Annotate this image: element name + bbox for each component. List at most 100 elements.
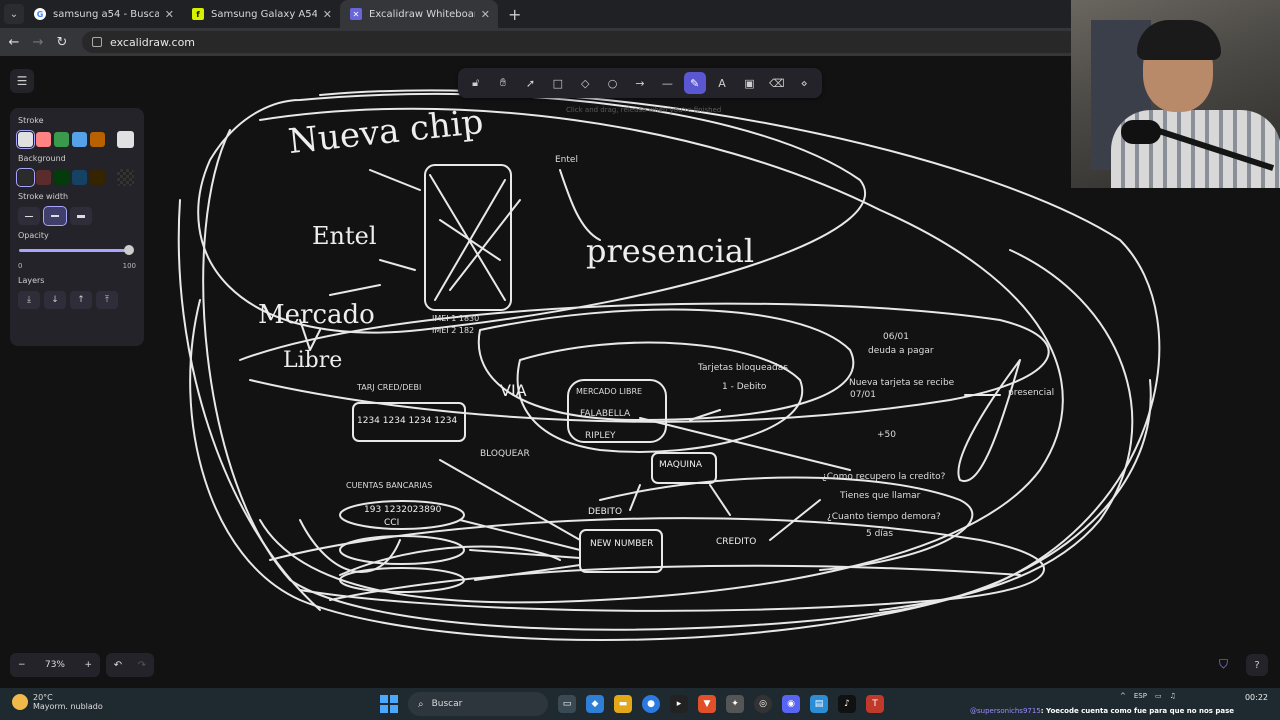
tray-chevron-icon[interactable]: ^: [1120, 692, 1126, 700]
copilot-icon[interactable]: ◆: [586, 695, 604, 713]
stroke-width-extra-bold[interactable]: [70, 207, 92, 225]
bring-to-front-icon[interactable]: ⤒: [96, 291, 118, 309]
weather-icon: [12, 694, 28, 710]
main-menu-button[interactable]: ☰: [10, 69, 34, 93]
hand-icon[interactable]: ✋︎: [492, 72, 514, 94]
close-tab-icon[interactable]: ✕: [323, 8, 332, 21]
stroke-color-white[interactable]: [16, 130, 35, 149]
shield-icon[interactable]: ⛉: [1219, 657, 1233, 673]
app-icon[interactable]: ✦: [726, 695, 744, 713]
app-icon[interactable]: ▤: [810, 695, 828, 713]
site-info-icon[interactable]: [92, 37, 102, 47]
drawing-text: 1 - Debito: [722, 382, 767, 392]
tab-excalidraw[interactable]: ✕ Excalidraw Whiteboard ✕: [340, 0, 498, 28]
undo-icon[interactable]: ↶: [114, 660, 122, 671]
task-view-icon[interactable]: ▭: [558, 695, 576, 713]
language-indicator[interactable]: ESP: [1134, 692, 1147, 700]
stroke-width-label: Stroke width: [18, 192, 69, 201]
discord-icon[interactable]: ◉: [782, 695, 800, 713]
help-icon[interactable]: ?: [1246, 654, 1268, 676]
drawing-text: ¿Cuanto tiempo demora?: [827, 512, 941, 522]
webcam-overlay: [1071, 0, 1280, 188]
drawing-text: MERCADO LIBRE: [576, 387, 643, 396]
bg-transparent-color[interactable]: [117, 169, 134, 186]
drawing-text: Entel: [555, 155, 578, 165]
excalidraw-icon: ✕: [350, 8, 362, 20]
new-tab-icon[interactable]: +: [508, 5, 521, 24]
rectangle-icon[interactable]: □: [547, 72, 569, 94]
properties-panel: Stroke Background Stroke width Opacity 0…: [10, 108, 144, 346]
drawing-text: CREDITO: [716, 537, 757, 547]
drawing-text: 1234 1234 1234 1234: [357, 416, 458, 426]
stroke-width-thin[interactable]: [18, 207, 40, 225]
reload-icon[interactable]: ↻: [50, 35, 74, 50]
clock[interactable]: 00:22: [1236, 693, 1268, 702]
volume-icon[interactable]: ♫: [1170, 692, 1176, 700]
file-explorer-icon[interactable]: ▬: [614, 695, 632, 713]
tiktok-icon[interactable]: ♪: [838, 695, 856, 713]
tab-samsung-store[interactable]: f Samsung Galaxy A54 Morado 8 ✕: [182, 0, 340, 28]
stroke-color-blue[interactable]: [72, 132, 87, 147]
chat-text: : Yoecode cuenta como fue para que no no…: [1040, 707, 1235, 715]
store-icon: f: [192, 8, 204, 20]
bg-color-red[interactable]: [36, 170, 51, 185]
brave-icon[interactable]: ▼: [698, 695, 716, 713]
drawing-text: presencial: [586, 232, 755, 270]
stroke-current-color[interactable]: [117, 131, 134, 148]
selection-icon[interactable]: ➚: [519, 72, 541, 94]
drawing-text: 193 1232023890: [364, 505, 442, 515]
weather-widget[interactable]: 20°C Mayorm. nublado: [12, 693, 103, 711]
drawing-text: 07/01: [850, 390, 876, 400]
tab-google-search[interactable]: G samsung a54 - Buscar con Google ✕: [24, 0, 182, 28]
stroke-width-bold[interactable]: [43, 206, 67, 226]
opacity-track: [19, 249, 132, 252]
opacity-handle[interactable]: [124, 245, 134, 255]
close-tab-icon[interactable]: ✕: [481, 8, 490, 21]
app-icon[interactable]: T: [866, 695, 884, 713]
zoom-level[interactable]: 73%: [45, 660, 65, 670]
draw-icon[interactable]: ✎: [683, 72, 706, 94]
drawing-text: Nueva tarjeta se recibe: [849, 378, 955, 388]
terminal-icon[interactable]: ▸: [670, 695, 688, 713]
shapes-toolbar: 🔓︎ ✋︎ ➚ □ ◇ ○ → — ✎ A ▣ ⌫ ⋄: [458, 68, 822, 98]
zoom-in-button[interactable]: +: [84, 660, 92, 670]
network-icon[interactable]: ▭: [1155, 692, 1162, 700]
drawing-text: VIA: [500, 381, 527, 400]
line-icon[interactable]: —: [656, 72, 678, 94]
image-icon[interactable]: ▣: [738, 72, 760, 94]
chrome-icon[interactable]: ●: [642, 695, 660, 713]
taskbar-search[interactable]: ⌕ Buscar: [408, 692, 548, 716]
redo-icon[interactable]: ↷: [138, 660, 146, 671]
back-icon[interactable]: ←: [2, 35, 26, 50]
bg-color-dark[interactable]: [16, 168, 35, 187]
bring-forward-icon[interactable]: ↑: [70, 291, 92, 309]
stroke-color-orange[interactable]: [90, 132, 105, 147]
opacity-slider[interactable]: [18, 244, 136, 256]
system-tray: ^ ESP ▭ ♫: [1120, 692, 1176, 700]
arrow-icon[interactable]: →: [629, 72, 651, 94]
ellipse-icon[interactable]: ○: [602, 72, 624, 94]
bg-color-green[interactable]: [54, 170, 69, 185]
send-backward-icon[interactable]: ↓: [44, 291, 66, 309]
eraser-icon[interactable]: ⌫: [766, 72, 788, 94]
text-icon[interactable]: A: [711, 72, 733, 94]
diamond-icon[interactable]: ◇: [574, 72, 596, 94]
more-tools-icon[interactable]: ⋄: [793, 72, 815, 94]
bg-color-orange[interactable]: [90, 170, 105, 185]
forward-icon[interactable]: →: [26, 35, 50, 50]
stroke-color-red[interactable]: [36, 132, 51, 147]
drawing-text: TARJ CRED/DEBI: [357, 383, 422, 392]
opacity-min: 0: [18, 262, 23, 270]
tab-search-icon[interactable]: ⌄: [4, 4, 24, 24]
url-field[interactable]: excalidraw.com: [82, 31, 1082, 53]
github-icon[interactable]: ◎: [754, 695, 772, 713]
microphone-icon: [1121, 120, 1161, 144]
google-icon: G: [34, 8, 46, 20]
bg-color-blue[interactable]: [72, 170, 87, 185]
close-tab-icon[interactable]: ✕: [165, 8, 174, 21]
zoom-out-button[interactable]: −: [18, 660, 26, 670]
send-to-back-icon[interactable]: ⤓: [18, 291, 40, 309]
stroke-color-green[interactable]: [54, 132, 69, 147]
lock-icon[interactable]: 🔓︎: [465, 72, 487, 94]
start-icon[interactable]: [380, 695, 398, 713]
